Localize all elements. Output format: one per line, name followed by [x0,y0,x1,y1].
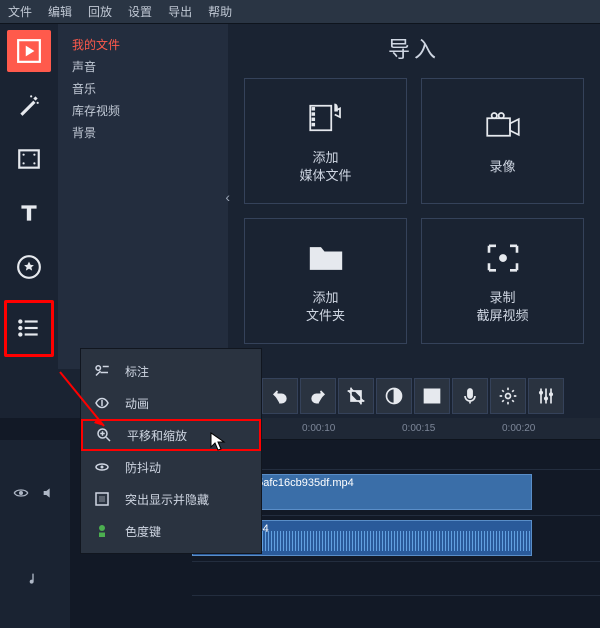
side-panel: 我的文件 声音 音乐 库存视频 背景 ‹ [58,24,228,369]
ctx-label: 突出显示并隐藏 [125,491,209,508]
rail-more-tools[interactable] [4,300,54,357]
tile-label: 录像 [489,158,515,176]
menu-edit[interactable]: 编辑 [48,3,72,20]
tool-settings[interactable] [490,378,526,414]
track-music[interactable] [192,562,600,596]
ctx-label: 平移和缩放 [127,427,187,444]
rail-import[interactable] [7,30,51,72]
side-background[interactable]: 背景 [72,122,214,144]
menu-settings[interactable]: 设置 [128,3,152,20]
ruler-tick: 0:00:15 [402,423,435,434]
menu-file[interactable]: 文件 [8,3,32,20]
crop-icon [346,386,366,406]
panel-title: 导入 [244,32,584,64]
side-stock-video[interactable]: 库存视频 [72,100,214,122]
menubar: 文件 编辑 回放 设置 导出 帮助 [0,0,600,24]
gear-icon [498,386,518,406]
track-header-video [0,470,70,516]
side-my-files[interactable]: 我的文件 [72,34,214,56]
ctx-label: 标注 [125,363,149,380]
play-icon [16,38,42,64]
annotation-arrow [54,366,114,436]
tile-label: 录制 截屏视频 [476,289,528,325]
ruler-tick: 0:00:20 [502,423,535,434]
camera-icon [482,106,524,148]
tool-picture[interactable] [414,378,450,414]
tile-record-screen[interactable]: 录制 截屏视频 [421,218,584,344]
speaker-icon[interactable] [41,485,57,501]
tool-crop[interactable] [338,378,374,414]
stabilize-icon [93,458,111,476]
rail-stickers[interactable] [7,246,51,288]
music-note-icon[interactable] [27,571,43,587]
time-ruler[interactable]: 0:00:10 0:00:15 0:00:20 [262,418,600,440]
ctx-label: 色度键 [125,523,161,540]
side-music[interactable]: 音乐 [72,78,214,100]
ctx-label: 防抖动 [125,459,161,476]
tile-label: 添加 文件夹 [306,289,345,325]
cursor-icon [210,432,226,452]
tool-mic[interactable] [452,378,488,414]
tile-label: 添加 媒体文件 [299,149,351,185]
text-icon [16,200,42,226]
rail-effects[interactable] [7,84,51,126]
menu-export[interactable]: 导出 [168,3,192,20]
highlight-icon [93,490,111,508]
sliders-icon [536,386,556,406]
tool-undo[interactable] [262,378,298,414]
menu-playback[interactable]: 回放 [88,3,112,20]
timeline-toolbar [262,378,564,414]
filmstrip-icon [16,146,42,172]
ruler-tick: 0:00:10 [302,423,335,434]
contrast-icon [384,386,404,406]
ctx-label: 动画 [125,395,149,412]
redo-icon [308,386,328,406]
tile-add-media[interactable]: 添加 媒体文件 [244,78,407,204]
eye-icon[interactable] [13,485,29,501]
tool-color[interactable] [376,378,412,414]
list-icon [16,315,42,341]
mic-icon [460,386,480,406]
ctx-chroma-key[interactable]: 色度键 [81,515,261,547]
track-header-music [0,562,70,596]
tool-equalizer[interactable] [528,378,564,414]
tile-add-folder[interactable]: 添加 文件夹 [244,218,407,344]
chromakey-icon [93,522,111,540]
media-files-icon [305,97,347,139]
rail-titles[interactable] [7,192,51,234]
undo-icon [270,386,290,406]
track-headers [0,440,70,628]
star-circle-icon [16,254,42,280]
rail-transitions[interactable] [7,138,51,180]
ctx-stabilize[interactable]: 防抖动 [81,451,261,483]
collapse-chevron-icon[interactable]: ‹ [225,189,230,205]
side-sound[interactable]: 声音 [72,56,214,78]
menu-help[interactable]: 帮助 [208,3,232,20]
folder-icon [305,237,347,279]
image-icon [422,386,442,406]
screen-capture-icon [482,237,524,279]
tool-redo[interactable] [300,378,336,414]
wand-icon [16,92,42,118]
ctx-highlight-hide[interactable]: 突出显示并隐藏 [81,483,261,515]
left-rail [0,24,58,369]
track-header-audio [0,516,70,562]
import-panel: 导入 添加 媒体文件 录像 添加 文件夹 录制 截屏视频 [228,24,600,369]
tile-record-video[interactable]: 录像 [421,78,584,204]
